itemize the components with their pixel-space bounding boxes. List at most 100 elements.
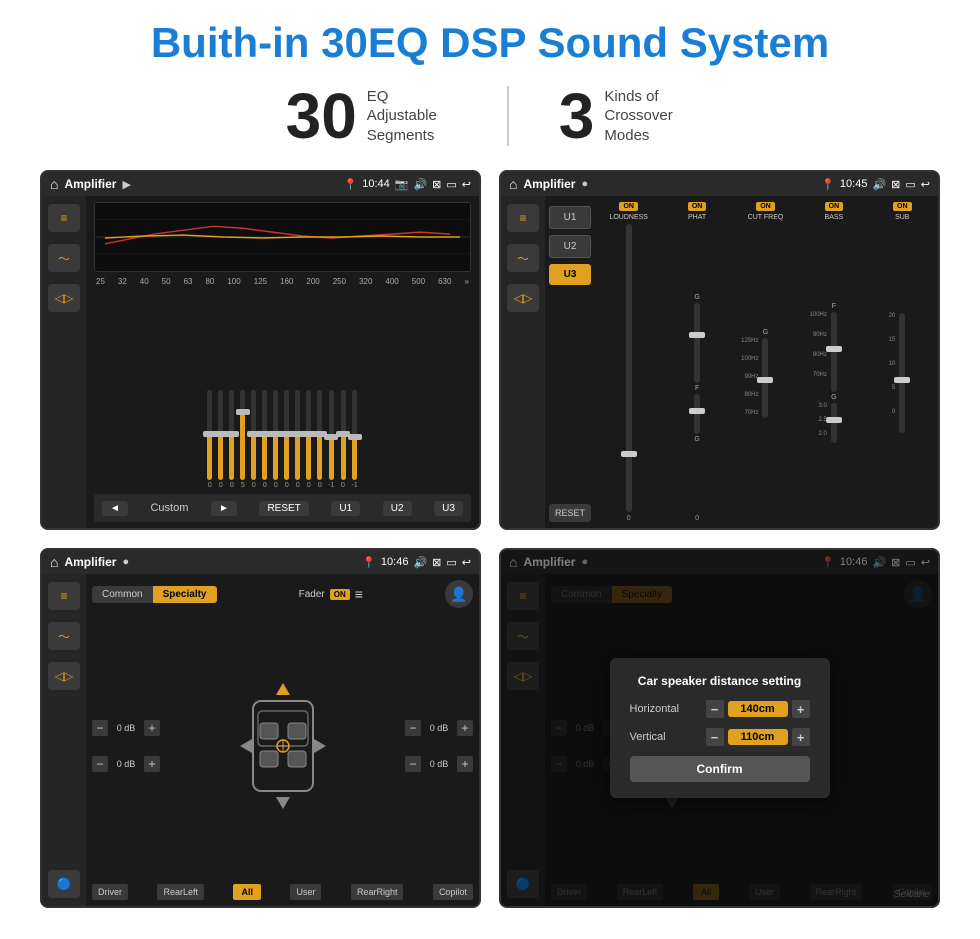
crossover-sidebar-btn2[interactable]: 〜 [507,244,539,272]
bass-freq[interactable]: 3.0 2.5 2.0 [831,403,837,443]
home-icon3[interactable]: ⌂ [50,554,58,570]
fader-slider-icon: ≡ [355,586,363,602]
loudness-slider[interactable] [626,224,632,512]
eq-slider-14[interactable]: -1 [352,390,358,489]
bass-slider[interactable]: 100Hz 90Hz 80Hz 70Hz [831,312,837,392]
all-btn[interactable]: All [233,884,261,900]
screen3-time: 10:46 [381,556,409,568]
screen3-title: Amplifier [64,555,116,569]
eq-slider-8[interactable]: 0 [284,390,289,489]
spec-sidebar-btn2[interactable]: 〜 [48,622,80,650]
loudness-label: LOUDNESS [609,214,648,221]
db-plus-tr[interactable]: + [457,720,473,736]
dialog-title: Car speaker distance setting [630,674,810,688]
vertical-plus-btn[interactable]: + [792,728,810,746]
eq-sidebar-btn1[interactable]: ≡ [48,204,80,232]
screen2-back[interactable]: ↩ [921,178,930,191]
rear-left-btn[interactable]: RearLeft [157,884,204,900]
crossover-sidebar-btn3[interactable]: ◁▷ [507,284,539,312]
eq-next-btn[interactable]: ► [211,501,237,516]
bass-on[interactable]: ON [825,202,844,211]
horizontal-plus-btn[interactable]: + [792,700,810,718]
specialty-main: Common Specialty Fader ON ≡ 👤 [86,574,479,906]
eq-slider-4[interactable]: 5 [240,390,245,489]
eq-slider-2[interactable]: 0 [218,390,223,489]
preset-u1[interactable]: U1 [549,206,591,229]
user-btn[interactable]: User [290,884,321,900]
eq-label-320: 320 [359,277,372,286]
screen3-back[interactable]: ↩ [462,556,471,569]
confirm-button[interactable]: Confirm [630,756,810,782]
screen1-status-right: 📍 10:44 📷 🔊 ⊠ ▭ ↩ [344,178,471,191]
eq-sidebar-btn2[interactable]: 〜 [48,244,80,272]
dialog-vertical-row: Vertical − 110cm + [630,728,810,746]
eq-slider-6[interactable]: 0 [262,390,267,489]
db-minus-tr[interactable]: − [405,720,421,736]
camera-icon: 📷 [395,178,409,191]
preset-u2[interactable]: U2 [549,235,591,258]
screen3-specialty: ⌂ Amplifier ● 📍 10:46 🔊 ⊠ ▭ ↩ ≡ 〜 ◁▷ [40,548,481,908]
screen2-icon2: ⊠ [891,178,900,191]
phat-slider[interactable] [694,303,700,383]
db-plus-bl[interactable]: + [144,756,160,772]
eq-label-250: 250 [333,277,346,286]
rear-right-btn[interactable]: RearRight [351,884,404,900]
eq-sidebar-btn3[interactable]: ◁▷ [48,284,80,312]
eq-slider-7[interactable]: 0 [273,390,278,489]
spec-sidebar-btn4[interactable]: 🔵 [48,870,80,898]
preset-column: U1 U2 U3 RESET [549,202,591,522]
loudness-on[interactable]: ON [619,202,638,211]
eq-sliders-area: 0 0 [94,291,471,489]
spec-sidebar-btn3[interactable]: ◁▷ [48,662,80,690]
driver-btn[interactable]: Driver [92,884,128,900]
eq-prev-btn[interactable]: ◄ [102,501,128,516]
eq-reset-btn[interactable]: RESET [259,501,308,516]
eq-custom-label: Custom [150,502,188,514]
eq-u2-btn[interactable]: U2 [383,501,412,516]
phat-freq[interactable] [694,394,700,434]
eq-slider-13[interactable]: 0 [341,390,346,489]
screen2-sidebar: ≡ 〜 ◁▷ [501,196,545,528]
fader-on[interactable]: ON [330,589,350,600]
tab-specialty[interactable]: Specialty [153,586,217,603]
crossover-sidebar-btn1[interactable]: ≡ [507,204,539,232]
screen2-dot: ● [581,178,588,190]
eq-u3-btn[interactable]: U3 [434,501,463,516]
eq-slider-1[interactable]: 0 [207,390,212,489]
vertical-value: 110cm [728,729,788,745]
cutfreq-on[interactable]: ON [756,202,775,211]
eq-slider-10[interactable]: 0 [306,390,311,489]
eq-slider-11[interactable]: 0 [317,390,322,489]
screen1-icon4: ▭ [446,178,456,191]
cutfreq-slider[interactable]: 125Hz 100Hz 90Hz 80Hz 70Hz [762,338,768,418]
home-icon2[interactable]: ⌂ [509,176,517,192]
db-plus-br[interactable]: + [457,756,473,772]
eq-label-40: 40 [140,277,149,286]
db-minus-tl[interactable]: − [92,720,108,736]
eq-slider-9[interactable]: 0 [295,390,300,489]
person-icon: 👤 [445,580,473,608]
dialog-horizontal-label: Horizontal [630,703,680,715]
eq-slider-5[interactable]: 0 [251,390,256,489]
db-val-tr: 0 dB [424,723,454,733]
back-icon[interactable]: ↩ [462,178,471,191]
horizontal-minus-btn[interactable]: − [706,700,724,718]
db-minus-br[interactable]: − [405,756,421,772]
eq-slider-3[interactable]: 0 [229,390,234,489]
spec-sidebar-btn1[interactable]: ≡ [48,582,80,610]
eq-slider-12[interactable]: -1 [328,390,334,489]
tab-common[interactable]: Common [92,586,153,603]
sub-on[interactable]: ON [893,202,912,211]
screen4-dialog: ⌂ Amplifier ● 📍 10:46 🔊 ⊠ ▭ ↩ ≡ 〜 ◁▷ [499,548,940,908]
stats-row: 30 EQ AdjustableSegments 3 Kinds ofCross… [40,84,940,148]
copilot-btn[interactable]: Copilot [433,884,473,900]
sub-slider[interactable]: 20 15 10 5 0 [899,313,905,433]
eq-u1-btn[interactable]: U1 [331,501,360,516]
db-plus-tl[interactable]: + [144,720,160,736]
phat-on[interactable]: ON [688,202,707,211]
db-minus-bl[interactable]: − [92,756,108,772]
home-icon[interactable]: ⌂ [50,176,58,192]
vertical-minus-btn[interactable]: − [706,728,724,746]
preset-u3[interactable]: U3 [549,264,591,285]
crossover-reset-btn[interactable]: RESET [549,504,591,522]
